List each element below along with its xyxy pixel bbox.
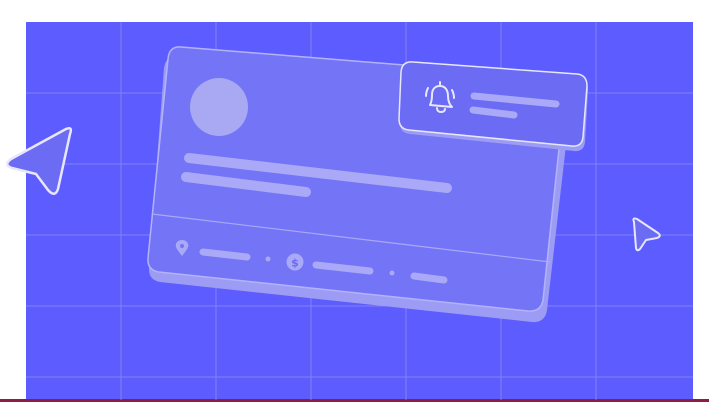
svg-text:$: $ xyxy=(291,257,299,270)
footer-location-line xyxy=(199,248,251,261)
footer-separator-dot xyxy=(389,270,395,276)
dollar-coin-icon: $ xyxy=(286,253,304,271)
avatar-placeholder xyxy=(190,78,248,136)
illustration-canvas: $ xyxy=(0,22,709,402)
notification-body-line xyxy=(469,106,518,119)
illustration-stage: $ xyxy=(0,0,709,402)
footer-extra-line xyxy=(410,272,448,284)
footer-separator-dot xyxy=(265,256,271,262)
